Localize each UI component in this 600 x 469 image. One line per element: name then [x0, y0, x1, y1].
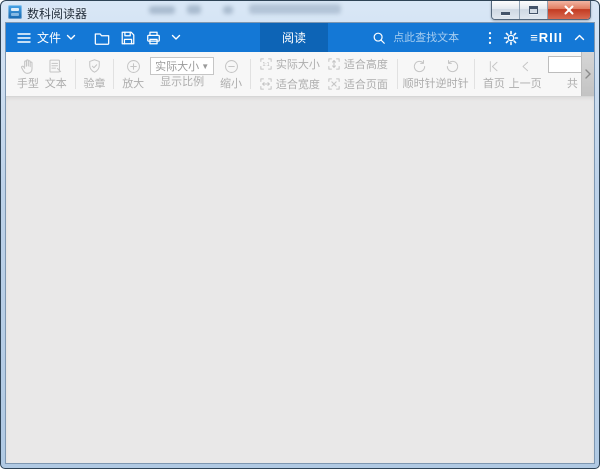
prev-page-button[interactable]: 上一页 — [508, 52, 542, 96]
tool-ribbon: 手型 文本 验章 放大 — [6, 52, 594, 97]
fit-height-icon — [328, 58, 340, 70]
rotate-cw-icon — [410, 56, 429, 77]
divider — [474, 59, 475, 89]
fit-page-button[interactable]: 适合页面 — [328, 76, 388, 92]
scale-dropdown[interactable]: 实际大小 ▼ — [150, 57, 214, 75]
fit-page-label: 适合页面 — [344, 76, 388, 92]
maximize-button[interactable] — [520, 1, 548, 19]
text-tool-button[interactable]: 文本 — [42, 52, 70, 96]
fit-width-icon — [260, 78, 272, 90]
divider — [250, 59, 251, 89]
divider — [397, 59, 398, 89]
document-viewport — [6, 97, 594, 463]
more-options-button[interactable] — [488, 31, 492, 45]
zoom-out-button[interactable]: 缩小 — [217, 52, 245, 96]
dropdown-caret-icon: ▼ — [201, 62, 209, 71]
hand-icon — [18, 56, 38, 77]
plus-circle-icon — [124, 56, 143, 77]
glass-reflection — [223, 6, 233, 14]
actual-size-icon: 1:1 — [260, 58, 272, 70]
zoom-in-label: 放大 — [122, 78, 144, 91]
rotate-ccw-icon — [443, 56, 462, 77]
client-area: 文件 阅读 — [5, 22, 595, 464]
fit-actual-button[interactable]: 1:1 实际大小 — [260, 56, 320, 72]
fit-width-button[interactable]: 适合宽度 — [260, 76, 320, 92]
minimize-button[interactable] — [492, 1, 520, 19]
maximize-icon — [529, 6, 538, 14]
divider — [75, 59, 76, 89]
open-file-button[interactable] — [93, 30, 111, 46]
close-button[interactable] — [548, 1, 590, 19]
search-input[interactable] — [391, 31, 477, 45]
verify-stamp-button[interactable]: 验章 — [81, 52, 109, 96]
app-window: 数科阅读器 文件 — [0, 0, 600, 469]
svg-text:1:1: 1:1 — [262, 62, 269, 68]
main-toolbar: 文件 阅读 — [6, 23, 594, 52]
zoom-out-label: 缩小 — [220, 78, 242, 91]
fit-group-2: 适合高度 适合页面 — [328, 52, 388, 96]
settings-button[interactable] — [503, 30, 519, 46]
tab-read[interactable]: 阅读 — [260, 23, 328, 52]
first-page-button[interactable]: 首页 — [480, 52, 509, 96]
prev-page-label: 上一页 — [509, 78, 542, 91]
chevron-up-icon — [574, 34, 585, 41]
fit-actual-label: 实际大小 — [276, 56, 320, 72]
window-controls — [491, 1, 591, 20]
more-tools-button[interactable] — [171, 34, 181, 41]
search-icon — [372, 31, 386, 45]
file-menu-button[interactable]: 文件 — [16, 29, 76, 46]
fit-height-button[interactable]: 适合高度 — [328, 56, 388, 72]
divider — [113, 59, 114, 89]
chevron-down-icon — [66, 34, 76, 41]
hamburger-menu-icon — [16, 31, 32, 45]
brand-logo: ≡RIII — [530, 30, 563, 45]
toolbar-left-group: 文件 — [6, 29, 181, 46]
shield-check-icon — [85, 56, 104, 77]
text-tool-label: 文本 — [45, 78, 67, 91]
search-box[interactable] — [372, 31, 477, 45]
rotate-cw-label: 顺时针 — [403, 78, 436, 91]
ribbon-overflow-button[interactable] — [581, 52, 594, 96]
chevron-right-icon — [585, 69, 591, 79]
folder-icon — [93, 30, 111, 46]
toolbar-right-group: ≡RIII — [372, 30, 594, 46]
rotate-counterclockwise-button[interactable]: 逆时针 — [436, 52, 469, 96]
chevron-down-icon — [171, 34, 181, 41]
first-page-label: 首页 — [483, 78, 505, 91]
minus-circle-icon — [222, 56, 241, 77]
chevron-left-icon — [517, 56, 534, 77]
fit-group-1: 1:1 实际大小 适合宽度 — [260, 52, 320, 96]
scale-group-label: 显示比例 — [160, 76, 204, 89]
glass-reflection — [187, 5, 201, 14]
display-scale-group: 实际大小 ▼ 显示比例 — [150, 52, 214, 96]
first-page-icon — [485, 56, 502, 77]
app-icon — [8, 5, 22, 19]
fit-width-label: 适合宽度 — [276, 76, 320, 92]
zoom-in-button[interactable]: 放大 — [119, 52, 147, 96]
close-icon — [564, 5, 574, 15]
fit-page-icon — [328, 78, 340, 90]
hand-tool-button[interactable]: 手型 — [14, 52, 42, 96]
gear-icon — [503, 30, 519, 46]
hand-tool-label: 手型 — [17, 78, 39, 91]
printer-icon — [145, 30, 162, 46]
file-menu-label: 文件 — [37, 29, 61, 46]
window-title: 数科阅读器 — [27, 5, 87, 22]
print-button[interactable] — [145, 30, 162, 46]
glass-reflection — [149, 6, 175, 14]
rotate-clockwise-button[interactable]: 顺时针 — [403, 52, 436, 96]
dots-vertical-icon — [488, 31, 492, 45]
rotate-ccw-label: 逆时针 — [436, 78, 469, 91]
glass-reflection — [249, 4, 341, 14]
save-icon — [120, 30, 136, 46]
fit-height-label: 适合高度 — [344, 56, 388, 72]
titlebar: 数科阅读器 — [1, 1, 599, 22]
text-select-icon — [46, 56, 65, 77]
scale-dropdown-value: 实际大小 — [155, 58, 199, 74]
minimize-icon — [501, 12, 510, 15]
save-button[interactable] — [120, 30, 136, 46]
collapse-toolbar-button[interactable] — [574, 34, 585, 41]
verify-stamp-label: 验章 — [83, 78, 105, 91]
